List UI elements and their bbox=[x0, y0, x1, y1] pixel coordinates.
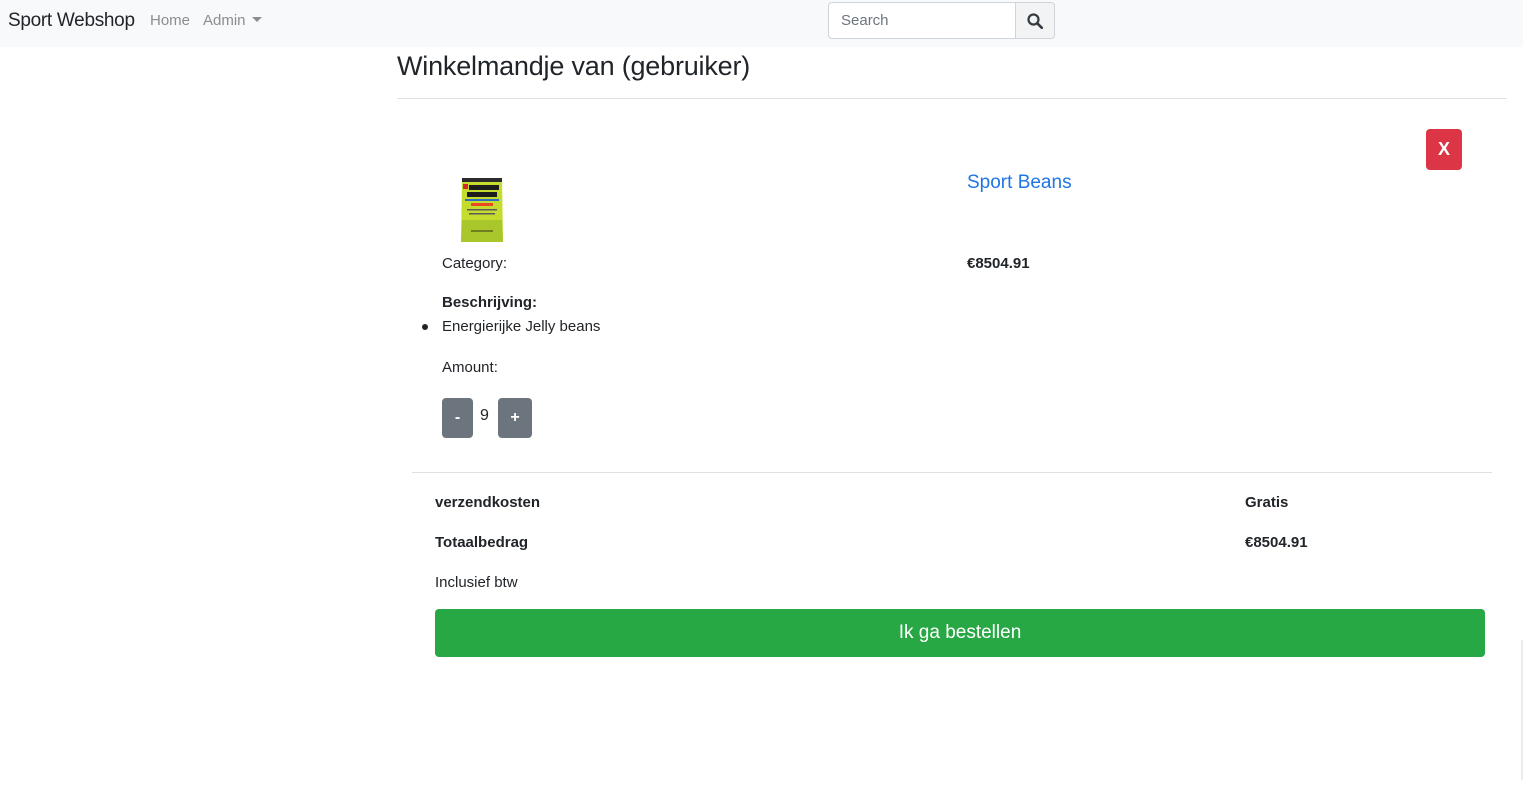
search-form bbox=[828, 2, 1055, 39]
place-order-button[interactable]: Ik ga bestellen bbox=[435, 609, 1485, 657]
description-list: Energierijke Jelly beans bbox=[422, 318, 601, 335]
search-button[interactable] bbox=[1015, 3, 1054, 38]
navbar: Sport Webshop Home Admin bbox=[0, 0, 1523, 47]
search-input[interactable] bbox=[829, 3, 1016, 38]
bullet-icon bbox=[422, 324, 428, 330]
description-item: Energierijke Jelly beans bbox=[422, 318, 601, 335]
vat-note: Inclusief btw bbox=[435, 574, 518, 591]
increment-quantity-button[interactable]: + bbox=[498, 398, 532, 438]
product-name-link[interactable]: Sport Beans bbox=[967, 172, 1072, 194]
total-label: Totaalbedrag bbox=[435, 534, 529, 551]
divider bbox=[397, 98, 1507, 99]
decrement-quantity-button[interactable]: - bbox=[442, 398, 473, 438]
nav-admin-label: Admin bbox=[203, 12, 246, 29]
search-icon bbox=[1027, 12, 1043, 29]
description-text: Energierijke Jelly beans bbox=[442, 318, 601, 335]
page-title: Winkelmandje van (gebruiker) bbox=[397, 51, 751, 81]
nav-home-link[interactable]: Home bbox=[150, 12, 190, 29]
shipping-label: verzendkosten bbox=[435, 494, 541, 511]
remove-item-button[interactable]: X bbox=[1426, 129, 1462, 170]
shipping-value: Gratis bbox=[1245, 494, 1289, 511]
total-value: €8504.91 bbox=[1245, 534, 1308, 551]
amount-label: Amount: bbox=[442, 359, 498, 376]
brand-link[interactable]: Sport Webshop bbox=[8, 10, 135, 32]
category-label: Category: bbox=[442, 255, 508, 272]
nav-admin-dropdown[interactable]: Admin bbox=[203, 12, 262, 29]
description-heading: Beschrijving: bbox=[442, 294, 538, 311]
divider bbox=[412, 472, 1492, 473]
caret-down-icon bbox=[251, 17, 262, 22]
product-image bbox=[461, 178, 503, 242]
quantity-value: 9 bbox=[480, 407, 489, 424]
product-price: €8504.91 bbox=[967, 255, 1030, 272]
